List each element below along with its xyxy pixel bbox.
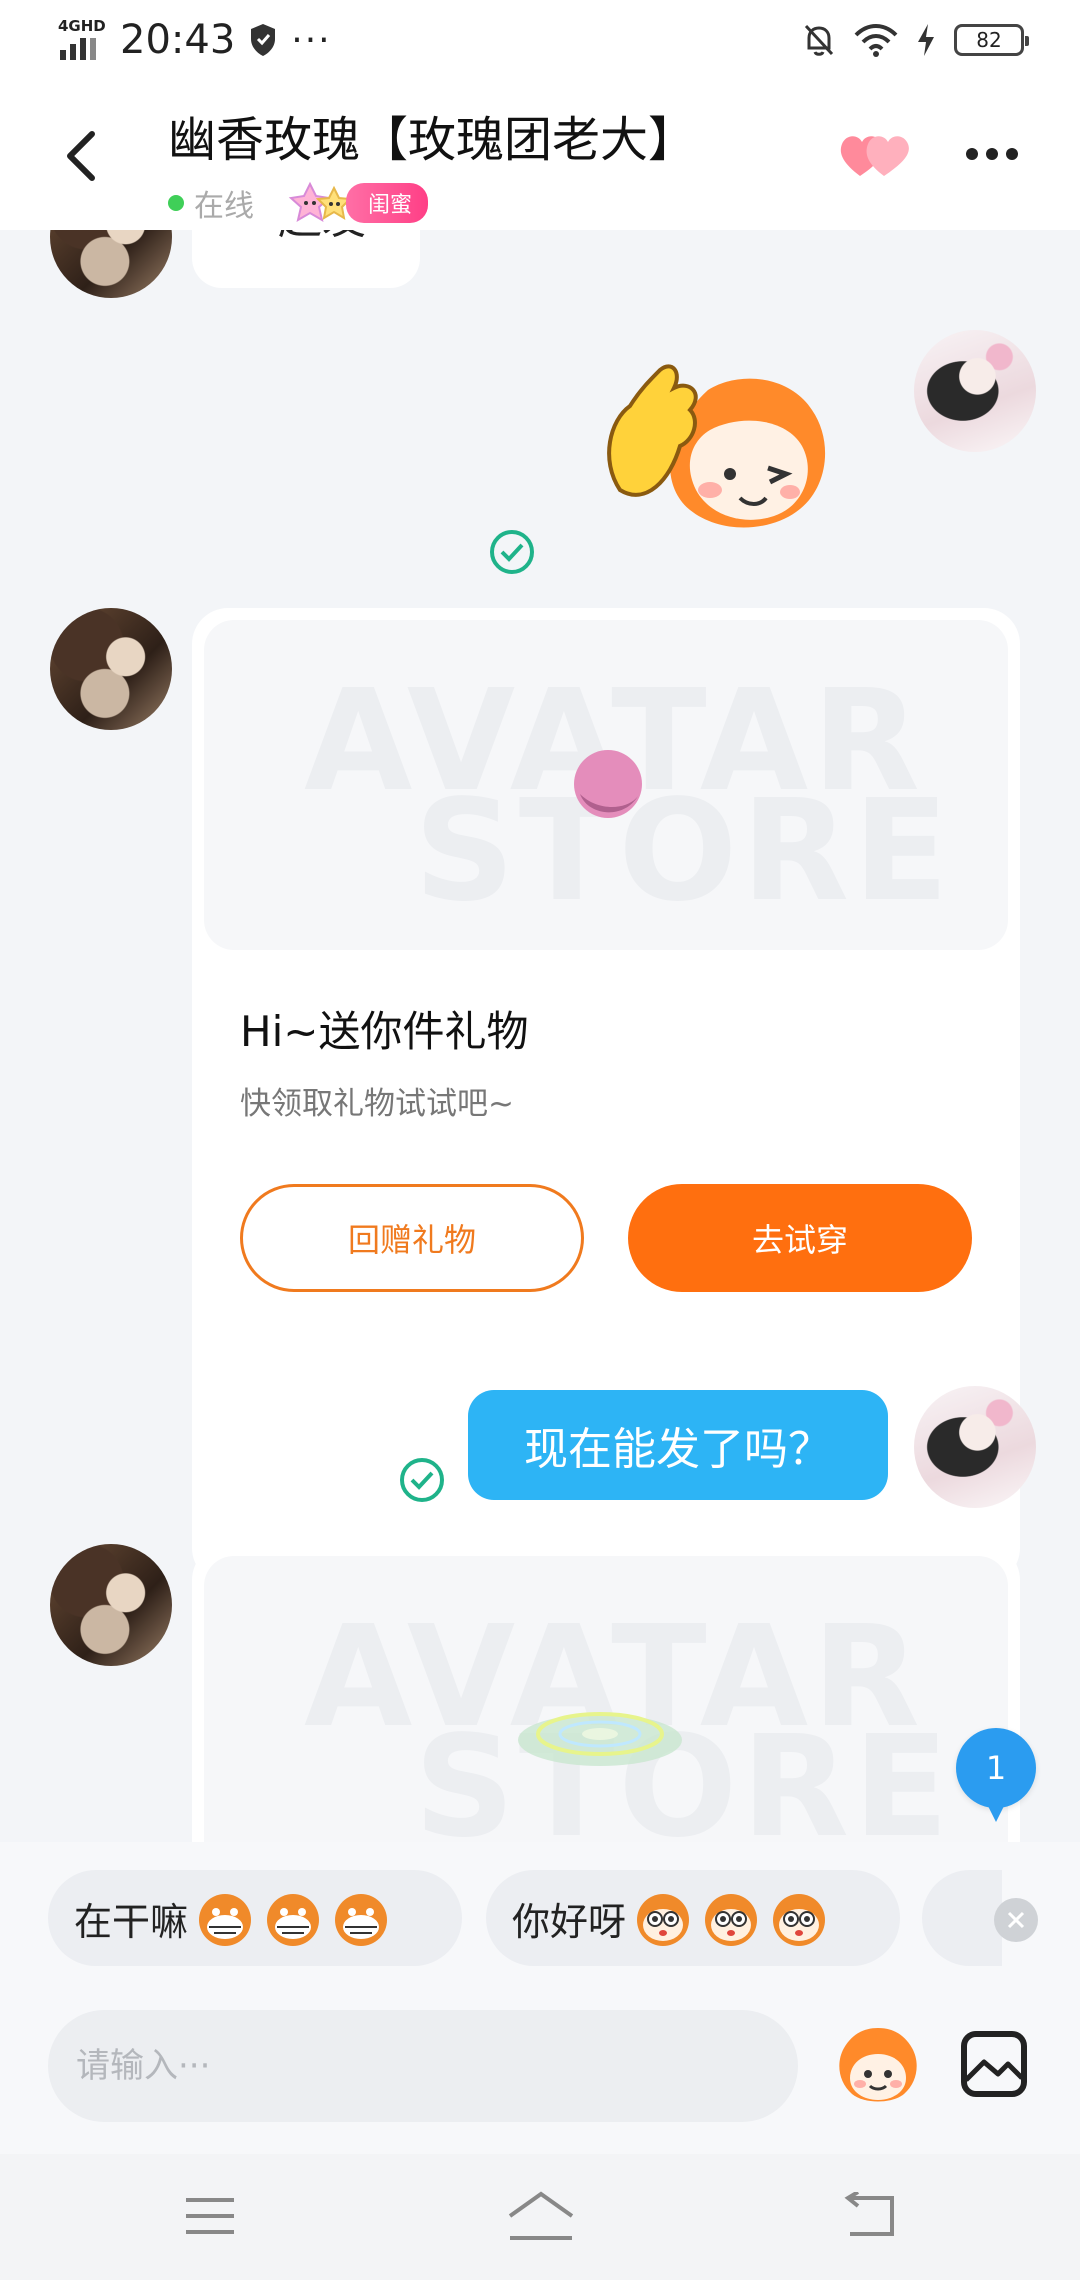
- try-on-button[interactable]: 去试穿: [628, 1184, 972, 1292]
- contact-avatar[interactable]: [50, 608, 172, 730]
- my-avatar[interactable]: [914, 330, 1036, 452]
- my-avatar[interactable]: [914, 1386, 1036, 1508]
- home-icon[interactable]: [506, 2190, 576, 2242]
- incoming-message[interactable]: 一起发: [192, 230, 420, 288]
- unread-count-badge[interactable]: 1: [956, 1728, 1036, 1822]
- shield-icon: [251, 24, 276, 56]
- gift-item-icon: [518, 1712, 682, 1766]
- quick-reply-chip[interactable]: 你好呀: [486, 1870, 900, 1966]
- gift-title: Hi~送你件礼物: [240, 1007, 529, 1056]
- gift-preview[interactable]: AVATAR STORE: [204, 620, 1008, 950]
- relation-badge[interactable]: 闺蜜: [282, 178, 429, 228]
- wifi-icon: [854, 24, 898, 57]
- back-nav-icon[interactable]: [842, 2192, 896, 2238]
- read-check-icon: [400, 1458, 444, 1502]
- menu-icon[interactable]: [184, 2196, 236, 2236]
- quick-reply-chip[interactable]: 在干嘛: [48, 1870, 462, 1966]
- grin-emoji-icon: [335, 1894, 388, 1946]
- chat-area[interactable]: 一起发 AVATAR STORE Hi~送你件礼物 快领取礼物试试吧~ 回赠礼物…: [0, 230, 1080, 1842]
- contact-avatar[interactable]: [50, 1544, 172, 1666]
- hearts-icon[interactable]: [838, 126, 914, 182]
- online-status: 在线: [194, 189, 254, 224]
- relation-label: 闺蜜: [346, 183, 429, 223]
- wide-eyes-emoji-icon: [705, 1894, 758, 1946]
- return-gift-button[interactable]: 回赠礼物: [240, 1184, 584, 1292]
- more-status-icon: ···: [291, 19, 332, 61]
- quick-reply-chip[interactable]: [922, 1870, 1002, 1966]
- watermark-store: STORE: [414, 770, 953, 933]
- quick-reply-text: 在干嘛: [74, 1899, 189, 1944]
- outgoing-message[interactable]: 现在能发了吗？: [468, 1390, 888, 1500]
- grin-emoji-icon: [267, 1894, 320, 1946]
- message-text: 现在能发了吗？: [524, 1424, 832, 1475]
- image-icon[interactable]: [960, 2030, 1028, 2098]
- gift-preview[interactable]: AVATAR STORE: [204, 1556, 1008, 1842]
- network-label: 4GHD: [58, 17, 106, 35]
- more-icon[interactable]: [966, 134, 1026, 174]
- contact-avatar[interactable]: [50, 230, 172, 298]
- battery-level: 82: [976, 28, 1002, 52]
- battery-icon: 82: [954, 24, 1029, 56]
- gift-card[interactable]: AVATAR STORE: [192, 1544, 1020, 1842]
- gift-subtitle: 快领取礼物试试吧~: [240, 1086, 514, 1122]
- contact-name: 幽香玫瑰【玫瑰团老大】: [168, 112, 697, 168]
- message-input[interactable]: [48, 2010, 798, 2122]
- wide-eyes-emoji-icon: [773, 1894, 826, 1946]
- clock: 20:43: [120, 17, 236, 63]
- back-icon[interactable]: [58, 126, 108, 186]
- emoji-icon[interactable]: [834, 2020, 922, 2108]
- sticker-image[interactable]: [590, 350, 850, 550]
- system-nav-bar: [0, 2154, 1080, 2280]
- quick-reply-text: 你好呀: [512, 1899, 627, 1944]
- network-icon: 4GHD: [56, 18, 106, 62]
- message-text: 一起发: [234, 230, 366, 246]
- mute-bell-icon: [804, 24, 834, 56]
- input-bar: [0, 1992, 1080, 2154]
- chat-header: 幽香玫瑰【玫瑰团老大】 在线 闺蜜: [0, 80, 1080, 230]
- charging-icon: [918, 24, 934, 56]
- quick-reply-bar: 在干嘛 你好呀: [0, 1842, 1080, 1992]
- online-dot-icon: [168, 195, 184, 211]
- close-icon[interactable]: [994, 1898, 1038, 1942]
- gift-item-icon: [574, 750, 642, 818]
- status-bar: 4GHD 20:43 ··· 82: [0, 0, 1080, 80]
- read-check-icon: [490, 530, 534, 574]
- grin-emoji-icon: [199, 1894, 252, 1946]
- wide-eyes-emoji-icon: [637, 1894, 690, 1946]
